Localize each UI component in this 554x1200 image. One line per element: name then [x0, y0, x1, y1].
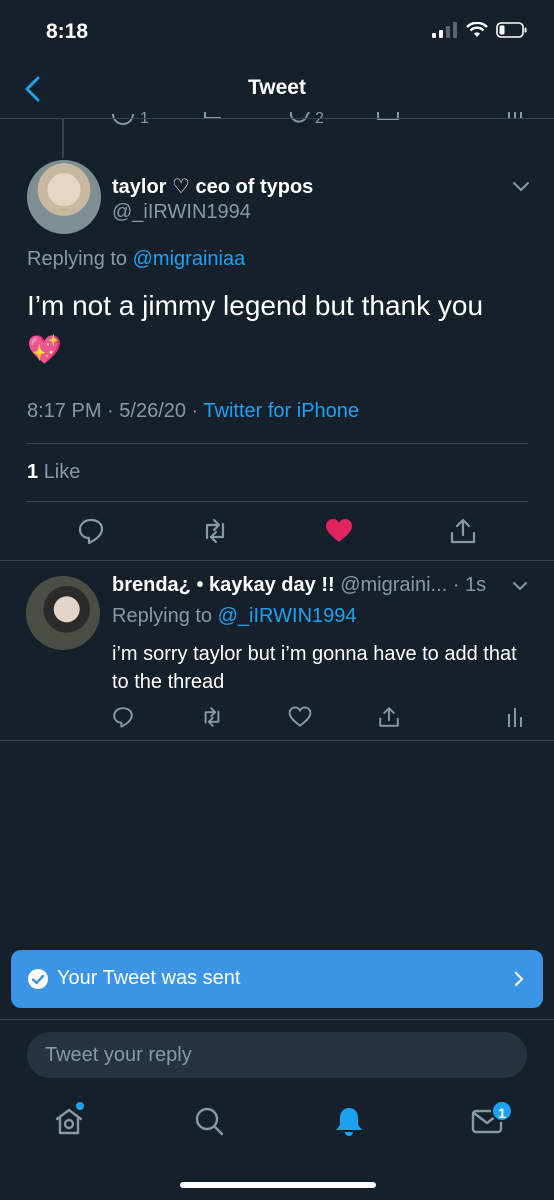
status-time: 8:18 [46, 20, 89, 43]
search-icon [195, 1107, 224, 1136]
like-button[interactable] [324, 516, 354, 546]
battery-icon [496, 22, 527, 38]
chevron-down-icon [513, 182, 529, 192]
reply-icon [113, 707, 133, 728]
replying-to: Replying to @migrainiaa [27, 248, 245, 271]
chevron-down-icon [513, 582, 527, 591]
avatar[interactable] [26, 576, 100, 650]
sparkling-heart-emoji: 💖 [27, 334, 62, 365]
tweet-time: 8:17 PM [27, 400, 102, 422]
share-button[interactable] [377, 705, 401, 729]
heart-outline-icon [288, 706, 312, 728]
reply-input[interactable] [27, 1032, 527, 1078]
check-circle-icon [28, 969, 48, 989]
reply-tweet-text: i’m sorry taylor but i’m gonna have to a… [112, 643, 517, 693]
thread-connector-line [62, 118, 64, 158]
reply-handle-time: @migraini... · 1s [340, 574, 487, 596]
tweet-date: 5/26/20 [119, 400, 186, 422]
home-indicator [180, 1182, 376, 1188]
nav-divider [0, 118, 554, 119]
tweet-menu-button[interactable] [511, 180, 531, 194]
messages-badge: 1 [491, 1100, 513, 1122]
cellular-signal-icon [432, 22, 457, 38]
like-label: Like [43, 461, 81, 483]
tab-search[interactable] [192, 1104, 226, 1138]
page-title: Tweet [248, 76, 306, 99]
home-notification-dot [76, 1102, 84, 1110]
heart-filled-icon [326, 519, 352, 542]
tweet-sent-toast[interactable]: Your Tweet was sent [11, 950, 543, 1008]
retweet-icon [205, 518, 225, 544]
divider [0, 1019, 554, 1020]
parent-actions-icons [112, 112, 522, 125]
replying-prefix: Replying to [27, 248, 133, 270]
like-button[interactable] [288, 705, 312, 729]
parent-like-count: 2 [315, 110, 324, 128]
tweet-source-link[interactable]: Twitter for iPhone [203, 400, 359, 422]
share-icon [450, 518, 476, 544]
retweet-icon [204, 707, 220, 727]
tweet-body: I’m not a jimmy legend but thank you [27, 290, 484, 321]
likes-summary[interactable]: 1 Like [27, 461, 80, 484]
tweet-text: I’m not a jimmy legend but thank you 💖 [27, 284, 527, 372]
divider [0, 740, 554, 741]
divider [0, 560, 554, 561]
wifi-icon [466, 22, 488, 37]
chevron-right-icon [514, 971, 524, 987]
share-button[interactable] [448, 516, 478, 546]
analytics-button[interactable] [503, 705, 527, 729]
reply-author-line: brenda¿ • kaykay day !! @migraini... · 1… [112, 574, 527, 597]
reply-menu-button[interactable] [511, 580, 529, 592]
replying-prefix: Replying to [112, 605, 218, 627]
parent-tweet-actions-peek [0, 112, 554, 130]
author-name[interactable]: taylor ♡ ceo of typos [112, 174, 313, 199]
share-icon [379, 707, 399, 727]
divider [26, 443, 528, 444]
reply-author-name[interactable]: brenda¿ • kaykay day !! [112, 574, 335, 596]
replying-handle-link[interactable]: @_iIRWIN1994 [218, 605, 357, 627]
toast-message: Your Tweet was sent [57, 967, 241, 989]
reply-icon [78, 518, 104, 545]
status-icons [432, 22, 528, 38]
divider [26, 501, 528, 502]
author-handle[interactable]: @_iIRWIN1994 [112, 201, 251, 224]
analytics-icon [508, 708, 522, 727]
reply-replying-to: Replying to @_iIRWIN1994 [112, 605, 357, 628]
tab-notifications[interactable] [332, 1104, 366, 1138]
retweet-button[interactable] [200, 516, 230, 546]
parent-reply-count: 1 [140, 110, 149, 128]
like-count: 1 [27, 461, 39, 483]
retweet-button[interactable] [200, 705, 224, 729]
tweet-meta: 8:17 PM · 5/26/20 · Twitter for iPhone [27, 400, 360, 422]
bell-icon [336, 1108, 362, 1136]
reply-button[interactable] [111, 705, 135, 729]
replying-handle-link[interactable]: @migrainiaa [133, 248, 246, 270]
avatar[interactable] [27, 160, 101, 234]
reply-button[interactable] [76, 516, 106, 546]
